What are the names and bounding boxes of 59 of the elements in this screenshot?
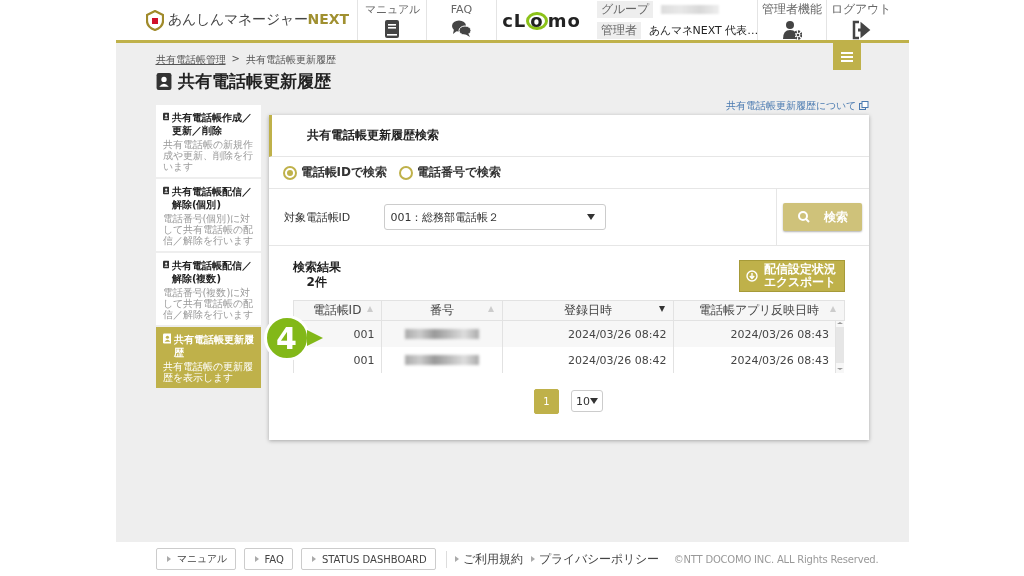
table-cell: 2024/03/26 08:42 — [502, 347, 673, 373]
info-label: 管理者 — [596, 22, 641, 39]
arrow-icon — [254, 556, 259, 562]
header-nav-button[interactable]: マニュアル — [357, 0, 427, 40]
menu-icon — [840, 51, 853, 62]
external-link-icon — [858, 101, 869, 111]
sidebar-item[interactable]: 共有電話帳作成／更新／削除 共有電話帳の新規作成や更新、削除を行います — [155, 105, 261, 177]
radio-option[interactable]: 電話番号で検索 — [398, 164, 501, 181]
arrow-icon — [530, 556, 535, 562]
admin-name: あんマネNEXT 代表… — [648, 23, 759, 38]
breadcrumb-current: 共有電話帳更新履歴 — [245, 53, 336, 67]
contact-card-icon — [162, 259, 169, 270]
user-gear-icon — [781, 19, 802, 40]
contact-card-icon — [162, 111, 169, 122]
column-header[interactable]: 登録日時 — [502, 300, 673, 321]
column-header[interactable]: 電話帳アプリ反映日時 — [673, 300, 844, 321]
phonebook-select[interactable]: 001：総務部電話帳２ — [383, 204, 606, 230]
table-cell: 2024/03/26 08:42 — [502, 320, 673, 347]
contact-card-icon — [162, 333, 172, 344]
arrow-icon — [166, 556, 171, 562]
info-label: グループ — [596, 1, 653, 18]
help-link[interactable]: 共有電話帳更新履歴について — [725, 99, 856, 113]
footer-link[interactable]: ご利用規約 — [454, 550, 523, 568]
table-cell: 2024/03/26 08:43 — [673, 320, 836, 347]
sidebar-item[interactable]: 共有電話帳配信／解除(複数) 電話番号(複数)に対して共有電話帳の配信／解除を行います — [155, 253, 261, 325]
results-count: 2件 — [305, 275, 328, 290]
app-logo-text: あんしんマネージャーNEXT — [167, 11, 350, 29]
shield-logo-icon — [145, 9, 164, 31]
footer-button[interactable]: マニュアル — [155, 548, 236, 570]
arrow-icon — [311, 556, 316, 562]
contact-card-icon — [155, 73, 172, 90]
column-header[interactable]: 電話帳ID — [293, 300, 381, 321]
page-size-select[interactable]: 10 — [571, 390, 603, 412]
arrow-icon — [454, 556, 459, 562]
breadcrumb-separator: > — [231, 53, 240, 66]
footer-link[interactable]: プライバシーポリシー — [530, 550, 659, 568]
radio-option[interactable]: 電話帳IDで検索 — [282, 164, 387, 181]
results-title: 検索結果 — [292, 260, 341, 275]
footer-button[interactable]: STATUS DASHBOARD — [300, 548, 436, 570]
field-label: 対象電話帳ID — [283, 209, 352, 225]
redaction-mark — [660, 5, 719, 14]
panel-title: 共有電話帳更新履歴検索 — [268, 115, 869, 157]
header-nav-button[interactable]: FAQ — [426, 0, 496, 40]
footer-button[interactable]: FAQ — [243, 548, 293, 570]
copyright-text: ©NTT DOCOMO INC. ALL Rights Reserved. — [673, 553, 879, 565]
sidebar-item[interactable]: 共有電話帳配信／解除(個別) 電話番号(個別)に対して共有電話帳の配信／解除を行います — [155, 179, 261, 251]
page-title: 共有電話帳更新履歴 — [177, 70, 331, 93]
breadcrumb-link[interactable]: 共有電話帳管理 — [155, 53, 226, 67]
header-tool-button[interactable]: ログアウト — [825, 0, 895, 40]
contact-card-icon — [162, 185, 169, 196]
download-icon — [745, 270, 758, 282]
header-tool-button[interactable]: 管理者機能 — [756, 0, 826, 40]
menu-button[interactable] — [832, 43, 861, 70]
scrollbar-drawing — [836, 321, 844, 370]
column-header[interactable]: 番号 — [381, 300, 502, 321]
callout-pointer-icon — [306, 330, 323, 346]
search-icon — [797, 211, 810, 223]
table-cell: 2024/03/26 08:43 — [673, 347, 836, 373]
logout-icon — [850, 19, 871, 40]
